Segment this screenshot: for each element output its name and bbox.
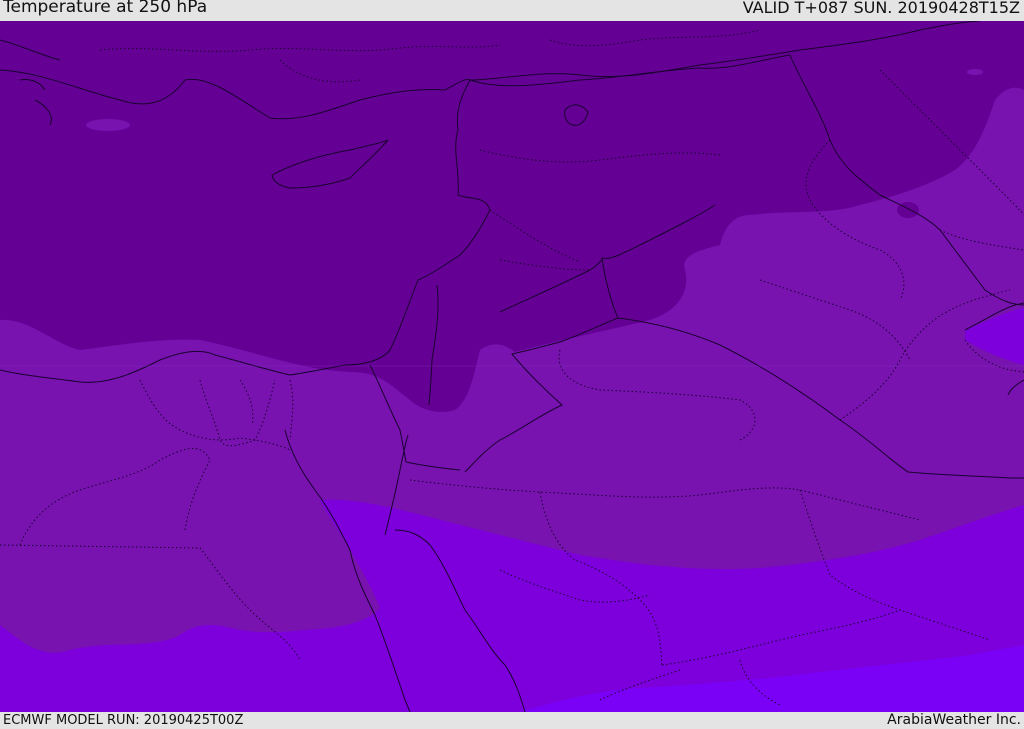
temp-patch-aegean [86, 119, 130, 131]
temperature-map[interactable] [0, 21, 1024, 712]
map-canvas [0, 21, 1024, 712]
temp-patch-caspian [967, 69, 983, 75]
map-header: Temperature at 250 hPa VALID T+087 SUN. … [0, 0, 1024, 21]
map-footer: ECMWF MODEL RUN: 20190425T00Z ArabiaWeat… [0, 712, 1024, 729]
valid-time: VALID T+087 SUN. 20190428T15Z [742, 0, 1020, 17]
map-title: Temperature at 250 hPa [3, 0, 208, 17]
model-run: ECMWF MODEL RUN: 20190425T00Z [3, 713, 244, 728]
weather-map-page: Temperature at 250 hPa VALID T+087 SUN. … [0, 0, 1024, 729]
credit: ArabiaWeather Inc. [887, 712, 1021, 728]
